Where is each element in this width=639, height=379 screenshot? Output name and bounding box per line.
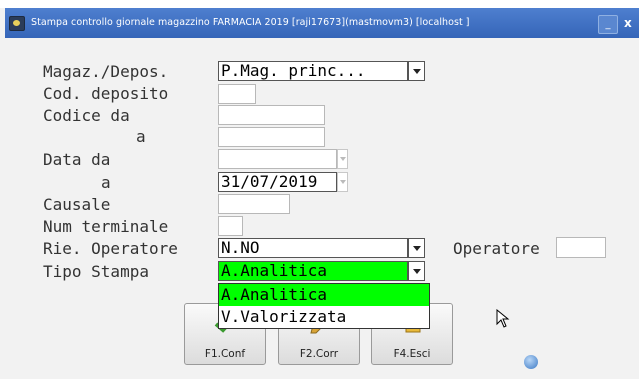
dropdown-option-valorizzata[interactable]: V.Valorizzata (219, 306, 429, 328)
corr-button-label: F2.Corr (299, 348, 339, 360)
mouse-cursor (496, 309, 510, 328)
tipo-stampa-dropdown-icon[interactable] (408, 261, 425, 281)
magaz-dropdown-icon[interactable] (408, 61, 425, 81)
codice-a-label: a (136, 127, 146, 146)
tipo-stampa-combo[interactable]: A.Analitica (218, 261, 408, 281)
window-title: Stampa controllo giornale magazzino FARM… (31, 17, 470, 28)
esci-button-label: F4.Esci (393, 348, 431, 360)
num-terminale-label: Num terminale (43, 217, 169, 236)
rie-operatore-combo[interactable]: N.NO (218, 238, 408, 258)
operatore-field[interactable] (556, 237, 606, 258)
magaz-label: Magaz./Depos. (43, 62, 169, 81)
num-terminale-field[interactable] (218, 216, 243, 236)
title-bar[interactable]: Stampa controllo giornale magazzino FARM… (5, 8, 639, 38)
close-button[interactable]: x (624, 15, 639, 32)
codice-da-field[interactable] (218, 105, 325, 125)
data-da-field[interactable] (218, 149, 337, 169)
data-da-spinner-icon[interactable] (337, 149, 348, 169)
app-icon (9, 16, 25, 31)
tipo-stampa-dropdown-list: A.Analitica V.Valorizzata (218, 283, 430, 329)
dropdown-option-analitica[interactable]: A.Analitica (219, 284, 429, 306)
codice-da-label: Codice da (43, 106, 130, 125)
causale-field[interactable] (218, 194, 290, 214)
rie-operatore-dropdown-icon[interactable] (408, 238, 425, 258)
rie-operatore-label: Rie. Operatore (43, 239, 178, 258)
cod-deposito-field[interactable] (218, 84, 256, 104)
causale-label: Causale (43, 195, 111, 214)
operatore-label: Operatore (453, 239, 540, 258)
conf-button-label: F1.Conf (204, 348, 246, 360)
magaz-combo[interactable]: P.Mag. princ... (218, 61, 408, 81)
data-a-field[interactable]: 31/07/2019 (218, 172, 337, 192)
codice-a-field[interactable] (218, 127, 325, 147)
data-da-label: Data da (43, 150, 111, 169)
minimize-button[interactable]: _ (598, 15, 618, 34)
data-a-label: a (101, 173, 111, 192)
app-window: Stampa controllo giornale magazzino FARM… (0, 0, 639, 379)
window-top-edge (0, 0, 639, 8)
globe-icon (524, 355, 538, 369)
cod-deposito-label: Cod. deposito (43, 84, 169, 103)
data-a-spinner-icon[interactable] (337, 172, 348, 192)
tipo-stampa-label: Tipo Stampa (43, 262, 149, 281)
